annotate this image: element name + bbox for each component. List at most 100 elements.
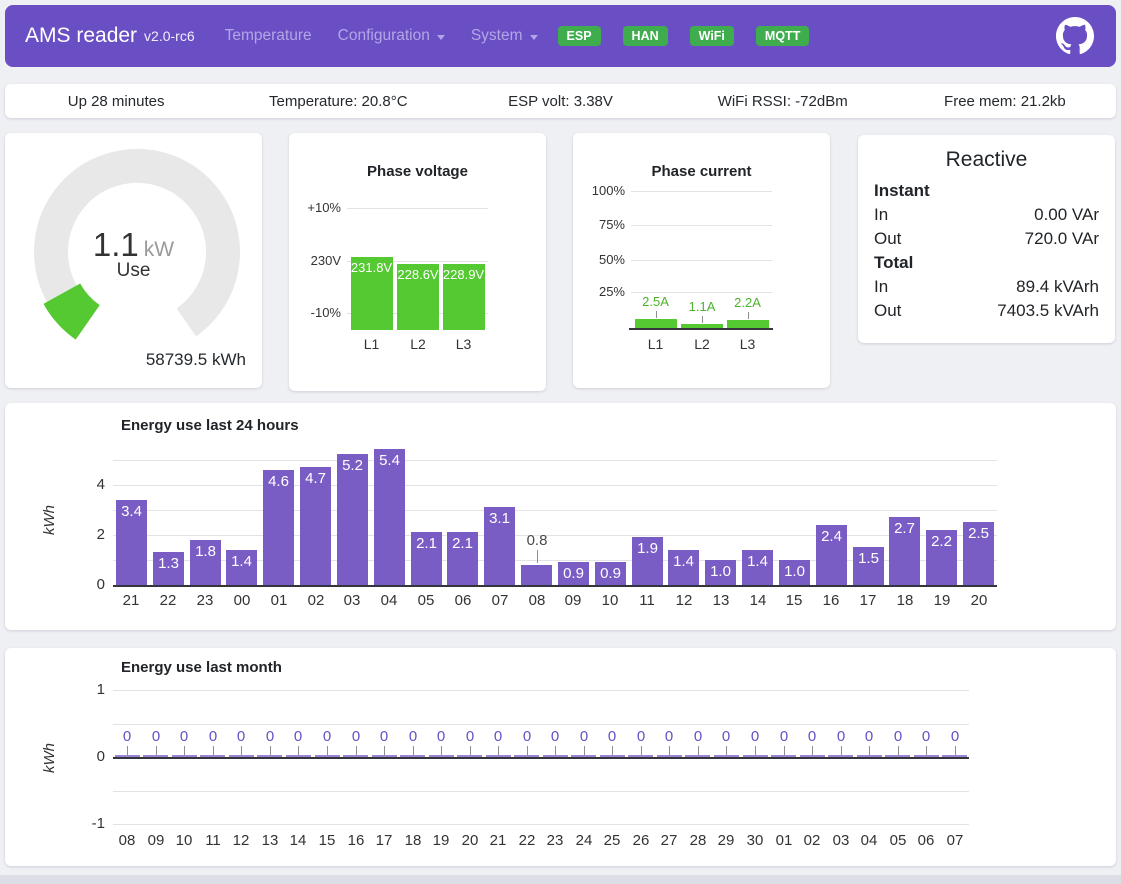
label-connector-line	[498, 746, 499, 755]
x-tick-label: 22	[150, 592, 186, 609]
reactive-row-value: 7403.5 kVArh	[997, 299, 1099, 323]
energy-total: 58739.5 kWh	[146, 350, 246, 370]
x-tick-label: L1	[351, 336, 393, 352]
y-tick-label: 75%	[581, 217, 625, 232]
app-version: v2.0-rc6	[144, 28, 195, 44]
label-connector-line	[184, 746, 185, 755]
phase-voltage-card: Phase voltage +10%230V-10%231.8VL1228.6V…	[289, 133, 546, 391]
current-bar-value: 1.1A	[681, 299, 723, 314]
y-tick-label: -10%	[297, 305, 341, 320]
nav-item-label: System	[471, 27, 523, 45]
app-title: AMS reader	[25, 24, 137, 48]
nav-item-configuration[interactable]: Configuration	[338, 27, 445, 45]
bar-value-label: 0	[483, 728, 513, 745]
current-bar-L1	[635, 319, 677, 328]
zero-bar-07	[942, 755, 967, 757]
github-link[interactable]	[1056, 16, 1096, 56]
badge-han: HAN	[623, 26, 668, 47]
reactive-row: Out 7403.5 kVArh	[874, 299, 1099, 323]
status-item-2: ESP volt: 3.38V	[449, 93, 671, 110]
bar-value-label: 0	[711, 728, 741, 745]
gauge-value-number: 1.1	[93, 226, 139, 263]
zero-bar-20	[457, 755, 482, 757]
bar-value-label: 5.4	[374, 452, 405, 469]
gauge-value-unit: kW	[144, 238, 174, 261]
bar-value-label: 0	[626, 728, 656, 745]
bar-value-label: 0	[683, 728, 713, 745]
label-connector-line	[726, 746, 727, 755]
app-header: AMS reader v2.0-rc6 Temperature Configura…	[5, 5, 1116, 67]
x-tick-label: L3	[443, 336, 485, 352]
main-nav: Temperature Configuration System	[225, 27, 538, 45]
label-connector-line	[702, 316, 703, 323]
zero-bar-14	[286, 755, 311, 757]
current-bar-L3	[727, 320, 769, 328]
gridline	[113, 535, 997, 536]
x-tick-label: 06	[445, 592, 481, 609]
gridline	[113, 824, 969, 825]
bar-value-label: 0	[398, 728, 428, 745]
energy-month-chart: -101008009010011012013014015016017018019…	[5, 648, 1116, 866]
x-tick-label: 12	[666, 592, 702, 609]
status-bar: Up 28 minutesTemperature: 20.8°CESP volt…	[5, 84, 1116, 118]
y-tick-label: 230V	[297, 253, 341, 268]
zero-bar-30	[743, 755, 768, 757]
reactive-row-label: Out	[874, 299, 901, 323]
x-tick-label: L2	[397, 336, 439, 352]
bar-value-label: 0	[883, 728, 913, 745]
caret-down-icon	[437, 35, 445, 40]
bar-value-label: 2.4	[816, 528, 847, 545]
caret-down-icon	[530, 35, 538, 40]
zero-bar-03	[828, 755, 853, 757]
bar-value-label: 0	[455, 728, 485, 745]
bar-value-label: 0	[512, 728, 542, 745]
bar-value-label: 0	[341, 728, 371, 745]
zero-bar-27	[657, 755, 682, 757]
y-tick-label: +10%	[297, 200, 341, 215]
zero-bar-29	[714, 755, 739, 757]
y-tick-label: 2	[71, 526, 105, 543]
badge-mqtt: MQTT	[756, 26, 809, 47]
nav-item-temperature[interactable]: Temperature	[225, 27, 312, 45]
x-tick-label: 19	[924, 592, 960, 609]
gridline	[347, 208, 488, 209]
bar-value-label: 0	[141, 728, 171, 745]
x-tick-label: 17	[850, 592, 886, 609]
bar-value-label: 0	[654, 728, 684, 745]
bar-value-label: 2.7	[889, 520, 920, 537]
bar-value-label: 0.8	[519, 532, 555, 549]
label-connector-line	[527, 746, 528, 755]
github-icon[interactable]	[1056, 17, 1094, 55]
label-connector-line	[241, 746, 242, 755]
label-connector-line	[270, 746, 271, 755]
current-bar-L2	[681, 324, 723, 328]
gridline	[631, 191, 772, 192]
bar-value-label: 2.2	[926, 533, 957, 550]
zero-bar-19	[429, 755, 454, 757]
bar-value-label: 0	[597, 728, 627, 745]
label-connector-line	[812, 746, 813, 755]
energy-bar-04	[374, 449, 405, 585]
bar-value-label: 1.0	[705, 563, 736, 580]
label-connector-line	[669, 746, 670, 755]
label-connector-line	[898, 746, 899, 755]
bar-value-label: 2.1	[411, 535, 442, 552]
nav-item-system[interactable]: System	[471, 27, 538, 45]
bar-value-label: 1.8	[190, 543, 221, 560]
zero-bar-23	[543, 755, 568, 757]
y-tick-label: 0	[71, 576, 105, 593]
y-tick-label: 25%	[581, 284, 625, 299]
bar-value-label: 0	[911, 728, 941, 745]
gridline	[113, 510, 997, 511]
zero-bar-01	[771, 755, 796, 757]
label-connector-line	[213, 746, 214, 755]
gauge-fill-arc	[62, 294, 88, 323]
bar-value-label: 2.1	[447, 535, 478, 552]
bar-value-label: 3.4	[116, 503, 147, 520]
x-tick-label: 13	[703, 592, 739, 609]
label-connector-line	[612, 746, 613, 755]
zero-bar-05	[885, 755, 910, 757]
bar-value-label: 1.0	[779, 563, 810, 580]
bar-value-label: 0	[540, 728, 570, 745]
label-connector-line	[384, 746, 385, 755]
